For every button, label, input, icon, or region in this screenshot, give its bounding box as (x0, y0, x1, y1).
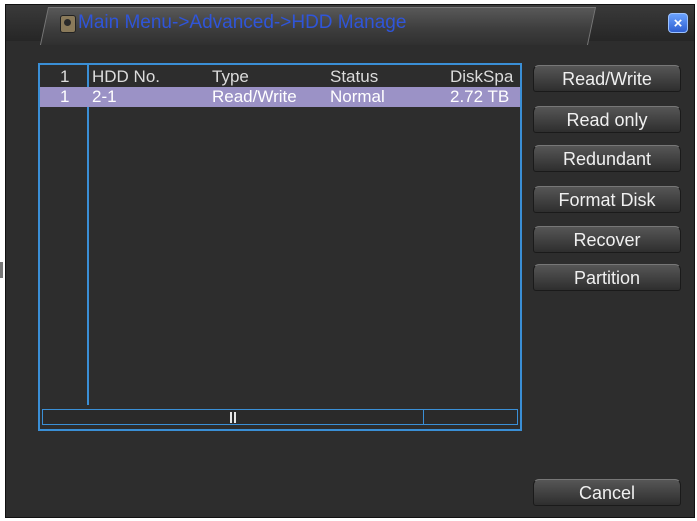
page-title: Main Menu->Advanced->HDD Manage (78, 12, 407, 33)
read-only-button[interactable]: Read only (533, 106, 681, 133)
user-icon (60, 15, 76, 33)
partition-button[interactable]: Partition (533, 264, 681, 291)
grip-icon (230, 412, 236, 423)
recover-button[interactable]: Recover (533, 226, 681, 253)
redundant-button[interactable]: Redundant (533, 145, 681, 172)
format-disk-button[interactable]: Format Disk (533, 186, 681, 213)
hdd-manage-dialog: Main Menu->Advanced->HDD Manage × 1 HDD … (5, 4, 695, 518)
scrollbar-thumb[interactable] (43, 410, 424, 424)
title-bar: Main Menu->Advanced->HDD Manage × (6, 5, 694, 45)
read-write-button[interactable]: Read/Write (533, 65, 681, 92)
table-header: 1 HDD No. Type Status DiskSpa (40, 67, 520, 87)
column-divider (87, 65, 89, 405)
row-status: Normal (330, 87, 385, 106)
row-type: Read/Write (212, 87, 297, 106)
edge-marker (0, 262, 3, 278)
header-index: 1 (60, 67, 70, 86)
hdd-table: 1 HDD No. Type Status DiskSpa 1 2-1 Read… (38, 63, 522, 431)
horizontal-scrollbar[interactable] (42, 409, 518, 425)
row-hdd-no: 2-1 (92, 87, 117, 106)
close-button[interactable]: × (668, 13, 688, 33)
header-disk-space[interactable]: DiskSpa (450, 67, 520, 87)
header-hdd-no[interactable]: HDD No. (92, 67, 160, 87)
cancel-button[interactable]: Cancel (533, 479, 681, 506)
row-disk-space: 2.72 TB (450, 87, 510, 106)
table-row[interactable]: 1 2-1 Read/Write Normal 2.72 TB (40, 87, 520, 107)
header-status[interactable]: Status (330, 67, 378, 87)
header-type[interactable]: Type (212, 67, 249, 87)
row-index: 1 (60, 87, 70, 106)
